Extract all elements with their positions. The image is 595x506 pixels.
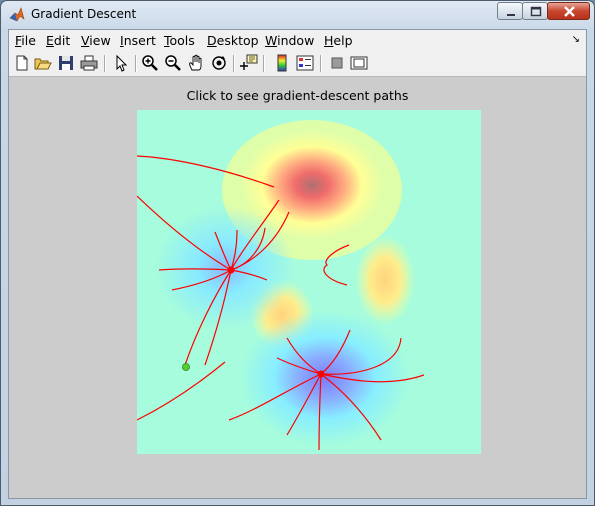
start-marker: [182, 363, 190, 371]
toolbar-separator: [104, 55, 106, 72]
rotate-3d-icon[interactable]: [210, 54, 228, 72]
print-icon[interactable]: [80, 54, 98, 72]
surface-plot-svg: [137, 120, 425, 451]
menu-tools[interactable]: Tools: [164, 33, 195, 48]
show-plot-tools-icon[interactable]: [350, 54, 368, 72]
pan-hand-icon[interactable]: [187, 54, 205, 72]
matlab-logo-icon: [9, 7, 25, 23]
toolbar-separator: [135, 55, 137, 72]
descent-path: [137, 361, 226, 421]
menu-desktop[interactable]: Desktop: [207, 33, 259, 48]
surface-valley: [240, 310, 410, 446]
toolbar-separator: [263, 55, 265, 72]
menu-edit[interactable]: Edit: [46, 33, 70, 48]
hide-plot-tools-icon[interactable]: [328, 54, 346, 72]
zoom-out-icon[interactable]: [164, 54, 182, 72]
menu-file[interactable]: File: [15, 33, 36, 48]
menu-view[interactable]: View: [81, 33, 111, 48]
maximize-button[interactable]: [522, 2, 548, 20]
window-title: Gradient Descent: [31, 7, 137, 21]
surface-plot[interactable]: [137, 110, 481, 454]
pointer-icon[interactable]: [112, 54, 130, 72]
figure-window: Gradient Descent File Edit View Insert T…: [0, 0, 595, 506]
close-button[interactable]: [547, 2, 590, 20]
menu-help[interactable]: Help: [324, 33, 353, 48]
legend-icon[interactable]: [296, 54, 314, 72]
open-file-icon[interactable]: [34, 54, 52, 72]
minimize-button[interactable]: [497, 2, 523, 20]
title-bar[interactable]: Gradient Descent: [1, 1, 594, 29]
surface-peak: [355, 235, 415, 325]
toolbar-separator: [320, 55, 322, 72]
zoom-in-icon[interactable]: [141, 54, 159, 72]
axes-title: Click to see gradient-descent paths: [186, 88, 409, 103]
menu-window[interactable]: Window: [265, 33, 314, 48]
figure-client-area: File Edit View Insert Tools Desktop Wind…: [8, 29, 587, 499]
minimum-marker: [317, 370, 325, 378]
dock-arrow-icon[interactable]: ↘: [572, 34, 580, 45]
new-figure-icon[interactable]: [13, 54, 31, 72]
save-icon[interactable]: [57, 54, 75, 72]
data-cursor-icon[interactable]: [240, 54, 258, 72]
surface-valley: [155, 206, 295, 330]
figure-toolbar: [9, 51, 586, 77]
minimum-marker: [227, 266, 235, 274]
menu-bar: File Edit View Insert Tools Desktop Wind…: [9, 30, 586, 52]
menu-insert[interactable]: Insert: [120, 33, 156, 48]
toolbar-separator: [233, 55, 235, 72]
colorbar-icon[interactable]: [273, 54, 291, 72]
